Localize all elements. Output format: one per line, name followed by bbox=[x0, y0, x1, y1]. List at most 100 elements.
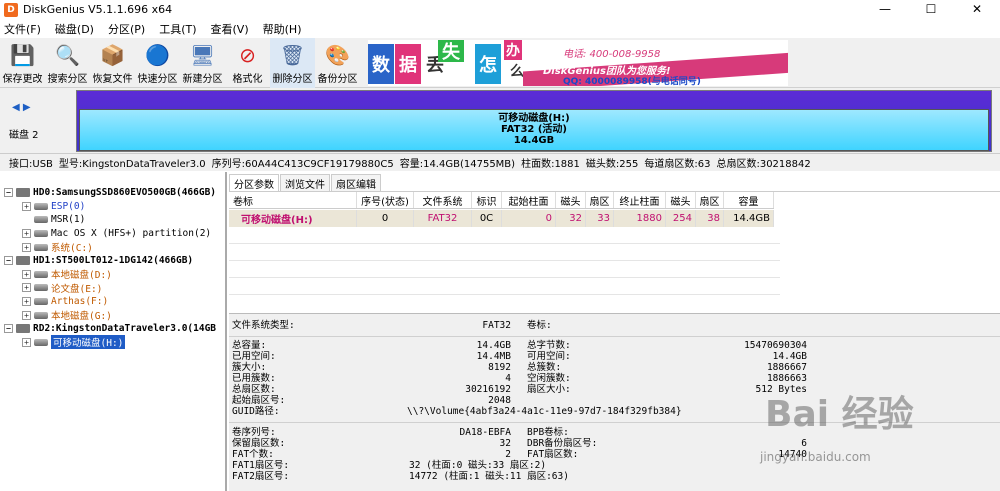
fs-type-label: 文件系统类型: bbox=[232, 320, 295, 331]
tree-toggle-icon[interactable]: + bbox=[22, 242, 31, 252]
tree-label: 本地磁盘(D:) bbox=[51, 270, 112, 282]
menu-tools[interactable]: 工具(T) bbox=[159, 21, 196, 37]
tree-toggle-icon[interactable]: + bbox=[22, 201, 31, 211]
close-button[interactable]: ✕ bbox=[954, 0, 1000, 19]
disk-info-bar: 接口:USB 型号:KingstonDataTraveler3.0 序列号:60… bbox=[0, 153, 1000, 171]
detail-label: 可用空间: bbox=[527, 351, 571, 362]
table-header: 卷标 序号(状态) 文件系统 标识 起始柱面 磁头 扇区 终止柱面 磁头 扇区 容量 bbox=[229, 192, 774, 209]
toolbar-button-save[interactable]: 💾 保存更改 bbox=[0, 38, 45, 88]
menu-partition[interactable]: 分区(P) bbox=[108, 21, 145, 37]
column-header[interactable]: 起始柱面 bbox=[502, 192, 556, 208]
tree-partition[interactable]: + 本地磁盘(D:) bbox=[4, 268, 216, 282]
baidu-watermark: Bai 经验 bbox=[765, 394, 914, 435]
column-header[interactable]: 文件系统 bbox=[414, 192, 472, 208]
prev-disk-icon[interactable]: ◀ bbox=[12, 102, 20, 113]
detail-value: 14.4GB bbox=[476, 340, 511, 351]
menu-file[interactable]: 文件(F) bbox=[4, 21, 41, 37]
column-header[interactable]: 扇区 bbox=[696, 192, 724, 208]
tree-toggle-icon[interactable]: + bbox=[22, 337, 31, 347]
tree-toggle-icon[interactable]: − bbox=[4, 324, 13, 334]
toolbar-button-new-partition[interactable]: 🖥 新建分区 bbox=[180, 38, 225, 88]
disk-label: 磁盘 2 bbox=[9, 130, 39, 141]
column-header[interactable]: 卷标 bbox=[229, 192, 357, 208]
tree-toggle-icon[interactable]: + bbox=[22, 310, 31, 320]
tree-partition[interactable]: + Arthas(F:) bbox=[4, 295, 216, 309]
tab-bar: 分区参数 浏览文件 扇区编辑 bbox=[229, 174, 382, 191]
detail-value: 2048 bbox=[488, 395, 511, 406]
volume-label-label: 卷标: bbox=[527, 320, 552, 331]
ad-phone: 电话: 400-008-9958 bbox=[563, 49, 661, 60]
tree-disk[interactable]: − HD1:ST500LT012-1DG142(466GB) bbox=[4, 254, 216, 268]
detail-label: 已用簇数: bbox=[232, 373, 276, 384]
tree-disk[interactable]: − HD0:SamsungSSD860EVO500GB(466GB) bbox=[4, 186, 216, 200]
tab-sector-edit[interactable]: 扇区编辑 bbox=[331, 174, 381, 191]
toolbar-button-recover[interactable]: 📦 恢复文件 bbox=[90, 38, 135, 88]
column-header[interactable]: 标识 bbox=[472, 192, 502, 208]
toolbar-button-delete-partition[interactable]: 🗑 删除分区 bbox=[270, 38, 315, 88]
menu-disk[interactable]: 磁盘(D) bbox=[55, 21, 94, 37]
tree-partition[interactable]: + Mac OS X (HFS+) partition(2) bbox=[4, 227, 216, 241]
tree-toggle-icon[interactable]: + bbox=[22, 229, 31, 239]
column-header[interactable]: 终止柱面 bbox=[614, 192, 666, 208]
detail-label: DBR备份扇区号: bbox=[527, 438, 598, 449]
disk-nav-arrows[interactable]: ◀ ▶ bbox=[12, 102, 31, 113]
partition-table: 卷标 序号(状态) 文件系统 标识 起始柱面 磁头 扇区 终止柱面 磁头 扇区 容量 可移动磁盘(H… bbox=[229, 191, 1000, 311]
minimize-button[interactable]: — bbox=[862, 0, 908, 19]
tab-browse-files[interactable]: 浏览文件 bbox=[280, 174, 330, 191]
fs-type-value: FAT32 bbox=[482, 320, 511, 331]
partition-icon bbox=[34, 243, 48, 251]
column-header[interactable]: 磁头 bbox=[666, 192, 696, 208]
tree-partition[interactable]: + 本地磁盘(G:) bbox=[4, 308, 216, 322]
detail-label: 总簇数: bbox=[527, 362, 562, 373]
detail-value: 30216192 bbox=[465, 384, 511, 395]
toolbar-button-backup[interactable]: 🎨 备份分区 bbox=[315, 38, 360, 88]
partition-block[interactable]: 可移动磁盘(H:) FAT32 (活动) 14.4GB bbox=[79, 109, 989, 151]
tree-toggle-icon[interactable]: − bbox=[4, 256, 13, 266]
hard-disk-icon bbox=[16, 324, 30, 334]
save-icon: 💾 bbox=[10, 43, 35, 67]
ad-slogan-banner: DiskGenius团队为您服务! 电话: 400-008-9958 QQ: 4… bbox=[523, 42, 788, 86]
detail-label: FAT个数: bbox=[232, 449, 274, 460]
toolbar-label: 快速分区 bbox=[137, 74, 178, 85]
ad-tile: 据 bbox=[395, 44, 421, 84]
tree-toggle-icon[interactable]: + bbox=[22, 283, 31, 293]
tree-partition[interactable]: MSR(1) bbox=[4, 213, 216, 227]
search-icon: 🔍 bbox=[55, 43, 80, 67]
menu-view[interactable]: 查看(V) bbox=[211, 21, 249, 37]
detail-label: 总字节数: bbox=[527, 340, 571, 351]
toolbar-button-format[interactable]: ⊘ 格式化 bbox=[225, 38, 270, 88]
partition-icon bbox=[34, 298, 48, 306]
toolbar-label: 搜索分区 bbox=[47, 74, 88, 85]
table-cell: 0C bbox=[472, 210, 502, 227]
detail-label: 总容量: bbox=[232, 340, 267, 351]
tree-toggle-icon[interactable]: + bbox=[22, 297, 31, 307]
tree-toggle-icon[interactable]: + bbox=[22, 269, 31, 279]
partition-block-size: 14.4GB bbox=[513, 135, 555, 146]
tree-partition[interactable]: + 可移动磁盘(H:) bbox=[4, 335, 216, 350]
column-header[interactable]: 容量 bbox=[724, 192, 774, 208]
tree-label: 系统(C:) bbox=[51, 243, 93, 255]
tree-disk[interactable]: − RD2:KingstonDataTraveler3.0(14GB bbox=[4, 322, 216, 336]
column-header[interactable]: 序号(状态) bbox=[357, 192, 414, 208]
maximize-button[interactable]: ☐ bbox=[908, 0, 954, 19]
disk-map[interactable]: 可移动磁盘(H:) FAT32 (活动) 14.4GB bbox=[76, 90, 992, 152]
column-header[interactable]: 扇区 bbox=[586, 192, 614, 208]
ad-banner[interactable]: 数 据 丢 失 怎 么 办 ! DiskGenius团队为您服务! 电话: 40… bbox=[368, 40, 788, 86]
toolbar-button-search[interactable]: 🔍 搜索分区 bbox=[45, 38, 90, 88]
toolbar-button-quick-partition[interactable]: 🔵 快速分区 bbox=[135, 38, 180, 88]
info-heads: 磁头数:255 bbox=[585, 159, 639, 170]
tree-label: HD0:SamsungSSD860EVO500GB(466GB) bbox=[33, 187, 217, 199]
toolbar-label: 保存更改 bbox=[2, 74, 43, 85]
table-row[interactable]: 可移动磁盘(H:) 0 FAT32 0C 0 32 33 1880 254 38 14.4GB bbox=[229, 210, 774, 227]
partition-icon bbox=[34, 202, 48, 210]
quick-partition-icon: 🔵 bbox=[145, 43, 170, 67]
column-header[interactable]: 磁头 bbox=[556, 192, 586, 208]
tree-partition[interactable]: + ESP(0) bbox=[4, 200, 216, 214]
menu-help[interactable]: 帮助(H) bbox=[263, 21, 302, 37]
ad-tile: 失 bbox=[438, 40, 464, 63]
next-disk-icon[interactable]: ▶ bbox=[23, 102, 31, 113]
tree-partition[interactable]: + 系统(C:) bbox=[4, 240, 216, 254]
tab-partition-params[interactable]: 分区参数 bbox=[229, 174, 279, 191]
tree-partition[interactable]: + 论文盘(E:) bbox=[4, 281, 216, 295]
tree-toggle-icon[interactable]: − bbox=[4, 188, 13, 198]
